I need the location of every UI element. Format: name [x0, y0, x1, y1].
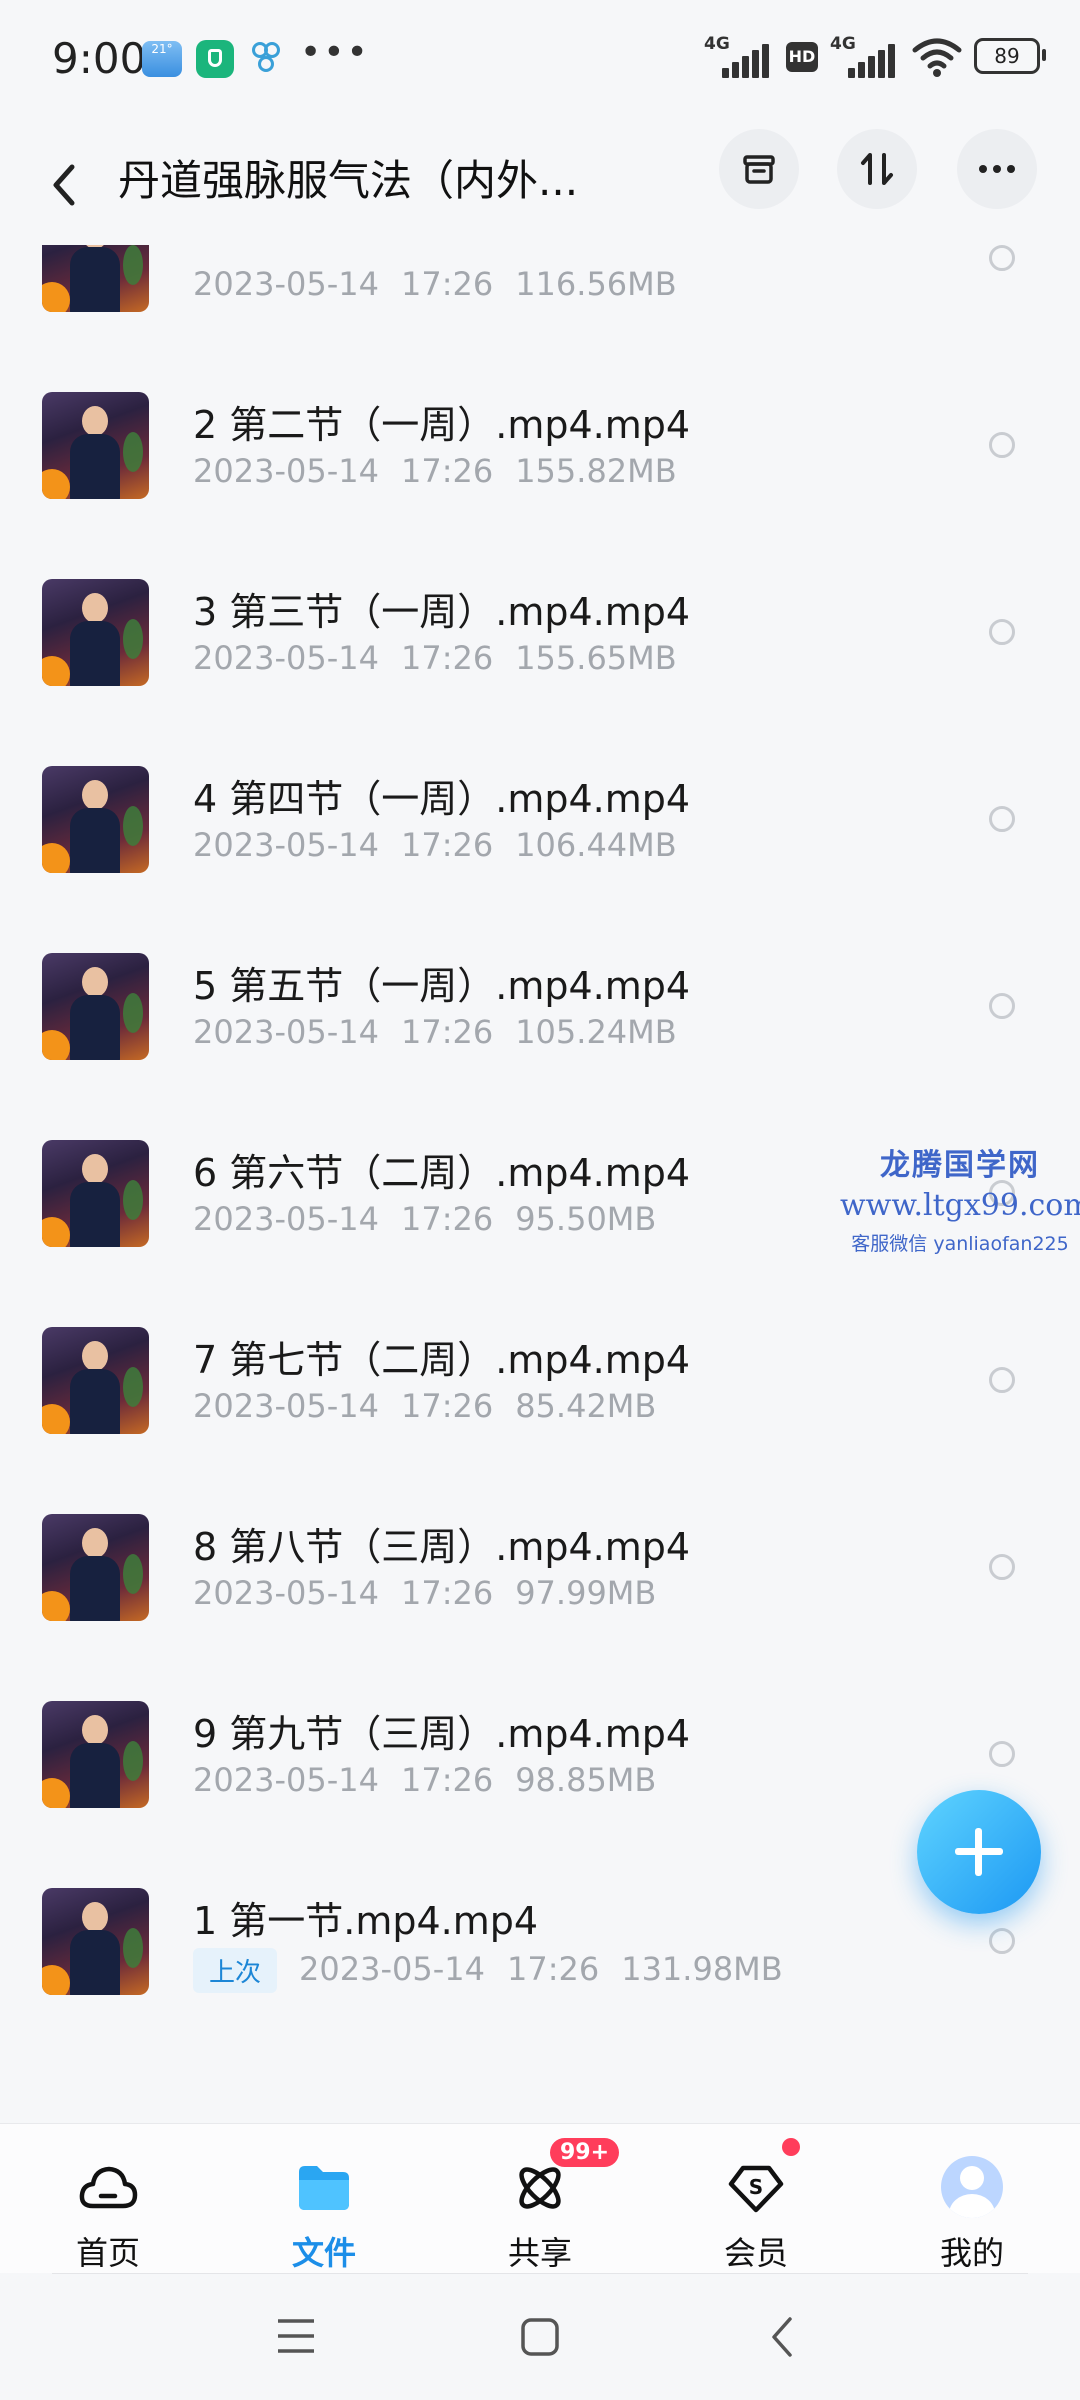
cloud-home-icon: [79, 2166, 138, 2209]
file-row[interactable]: 1 第一节.mp4.mp4 上次 2023-05-14 17:26 131.98MB: [0, 1848, 1080, 2035]
nav-profile[interactable]: 我的: [892, 2124, 1052, 2274]
file-row[interactable]: 2 第二节（一周）.mp4.mp4 2023-05-14 17:26 155.82M…: [0, 352, 1080, 539]
video-thumbnail: [42, 1888, 149, 1995]
nav-files[interactable]: 文件: [244, 2124, 404, 2274]
back-button[interactable]: [42, 157, 92, 213]
file-row[interactable]: 4 第四节（一周）.mp4.mp4 2023-05-14 17:26 106.44M…: [0, 726, 1080, 913]
watermark: 龙腾国学网 www.ltgx99.com 客服微信 yanliaofan225: [840, 1148, 1080, 1255]
file-meta: 2023-05-14 17:26 85.42MB: [193, 1387, 657, 1425]
status-bar: 9:00 21° ••• 4G HD 4G 89: [0, 0, 1080, 125]
file-name: 8 第八节（三周）.mp4.mp4: [193, 1525, 691, 1569]
nav-share[interactable]: 99+ 共享: [460, 2124, 620, 2274]
select-radio[interactable]: [989, 1367, 1015, 1393]
video-thumbnail: [42, 579, 149, 686]
system-back-icon[interactable]: [768, 2315, 798, 2359]
more-dots-icon: [979, 165, 1015, 173]
security-app-icon: [196, 40, 234, 78]
wifi-icon: [912, 38, 962, 77]
select-radio[interactable]: [989, 993, 1015, 1019]
member-diamond-icon: S: [728, 2165, 784, 2213]
file-name: 7 第七节（二周）.mp4.mp4: [193, 1338, 691, 1382]
hd-icon: HD: [786, 42, 818, 72]
back-arrow-icon: [53, 164, 75, 206]
battery-icon: 89: [974, 38, 1046, 74]
select-radio[interactable]: [989, 806, 1015, 832]
file-meta: 2023-05-14 17:26 116.56MB: [193, 265, 677, 303]
avatar-icon: [941, 2156, 1003, 2218]
file-meta: 上次 2023-05-14 17:26 131.98MB: [193, 1948, 805, 1993]
sort-button[interactable]: [837, 129, 917, 209]
notification-badge: 99+: [550, 2138, 620, 2167]
home-square-icon[interactable]: [520, 2317, 560, 2357]
file-meta: 2023-05-14 17:26 155.65MB: [193, 639, 677, 677]
video-thumbnail: [42, 953, 149, 1060]
status-notification-icons: 21° •••: [142, 32, 370, 78]
file-name: 2 第二节（一周）.mp4.mp4: [193, 403, 691, 447]
file-row[interactable]: 9 第九节（三周）.mp4.mp4 2023-05-14 17:26 98.85MB: [0, 1661, 1080, 1848]
bottom-navigation: 首页 文件 99+ 共享 S 会员 我的: [0, 2123, 1080, 2274]
status-time: 9:00: [52, 34, 147, 83]
video-thumbnail: [42, 766, 149, 873]
more-notifications-icon: •••: [300, 31, 370, 73]
file-row[interactable]: 2023-05-14 17:26 116.56MB: [0, 245, 1080, 352]
notification-dot: [782, 2138, 800, 2156]
nav-member[interactable]: S 会员: [676, 2124, 836, 2274]
select-radio[interactable]: [989, 432, 1015, 458]
system-navigation-bar: [0, 2273, 1080, 2400]
file-row[interactable]: 7 第七节（二周）.mp4.mp4 2023-05-14 17:26 85.42MB: [0, 1287, 1080, 1474]
select-radio[interactable]: [989, 245, 1015, 271]
file-row[interactable]: 3 第三节（一周）.mp4.mp4 2023-05-14 17:26 155.65M…: [0, 539, 1080, 726]
select-radio[interactable]: [989, 1741, 1015, 1767]
file-meta: 2023-05-14 17:26 97.99MB: [193, 1574, 657, 1612]
file-name: 3 第三节（一周）.mp4.mp4: [193, 590, 691, 634]
file-name: 4 第四节（一周）.mp4.mp4: [193, 777, 691, 821]
video-thumbnail: [42, 245, 149, 312]
file-row[interactable]: 5 第五节（一周）.mp4.mp4 2023-05-14 17:26 105.24M…: [0, 913, 1080, 1100]
select-radio[interactable]: [989, 1928, 1015, 1954]
file-name: 9 第九节（三周）.mp4.mp4: [193, 1712, 691, 1756]
video-thumbnail: [42, 392, 149, 499]
folder-icon: [299, 2166, 349, 2210]
archive-button[interactable]: [719, 129, 799, 209]
signal-2-icon: 4G: [830, 34, 900, 78]
select-radio[interactable]: [989, 1554, 1015, 1580]
recents-menu-icon[interactable]: [276, 2317, 316, 2355]
file-name: 1 第一节.mp4.mp4: [193, 1899, 539, 1943]
archive-box-icon: [743, 155, 775, 184]
top-app-bar: 丹道强脉服气法（内外...: [0, 125, 1080, 245]
file-meta: 2023-05-14 17:26 155.82MB: [193, 452, 677, 490]
more-options-button[interactable]: [957, 129, 1037, 209]
last-played-tag: 上次: [193, 1948, 278, 1993]
file-meta: 2023-05-14 17:26 106.44MB: [193, 826, 677, 864]
file-name: 5 第五节（一周）.mp4.mp4: [193, 964, 691, 1008]
cloud-app-icon: [248, 40, 286, 78]
select-radio[interactable]: [989, 619, 1015, 645]
file-meta: 2023-05-14 17:26 95.50MB: [193, 1200, 657, 1238]
status-system-icons: 4G HD 4G 89: [704, 34, 1046, 78]
signal-1-icon: 4G: [704, 34, 774, 78]
svg-text:S: S: [749, 2175, 763, 2199]
file-meta: 2023-05-14 17:26 98.85MB: [193, 1761, 657, 1799]
nav-home[interactable]: 首页: [28, 2124, 188, 2274]
file-name: 6 第六节（二周）.mp4.mp4: [193, 1151, 691, 1195]
video-thumbnail: [42, 1701, 149, 1808]
video-thumbnail: [42, 1327, 149, 1434]
file-row[interactable]: 8 第八节（三周）.mp4.mp4 2023-05-14 17:26 97.99MB: [0, 1474, 1080, 1661]
file-meta: 2023-05-14 17:26 105.24MB: [193, 1013, 677, 1051]
video-thumbnail: [42, 1140, 149, 1247]
add-fab-button[interactable]: [917, 1790, 1041, 1914]
sort-arrows-icon: [861, 153, 893, 185]
page-title: 丹道强脉服气法（内外...: [118, 156, 579, 205]
atom-share-icon: [519, 2167, 561, 2209]
weather-icon: 21°: [142, 41, 182, 77]
video-thumbnail: [42, 1514, 149, 1621]
